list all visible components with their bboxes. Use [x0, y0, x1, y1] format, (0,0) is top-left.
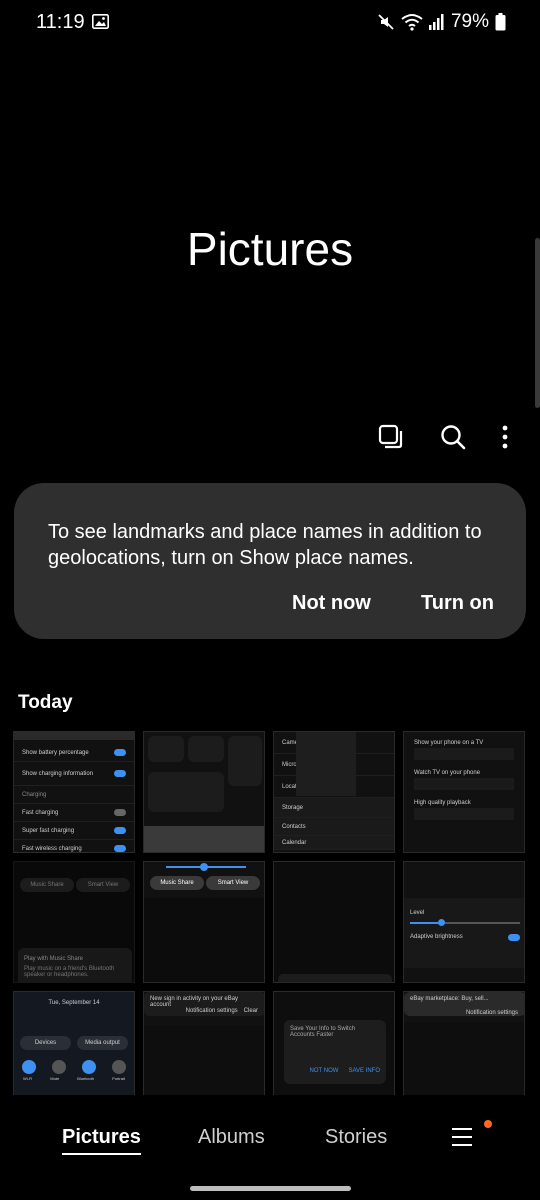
- card-message: To see landmarks and place names in addi…: [48, 521, 482, 569]
- not-now-button[interactable]: Not now: [292, 592, 371, 615]
- status-bar: 11:19 79%: [0, 0, 540, 46]
- thumb-text: Music Share: [20, 878, 74, 892]
- gallery-notification-icon: [92, 14, 109, 29]
- thumb-text: NOT NOW: [309, 1068, 339, 1074]
- thumb-text: Play with Music Share: [24, 956, 84, 962]
- thumb-text: Clear: [243, 1008, 258, 1014]
- thumb-text: High quality playback: [414, 800, 471, 806]
- status-time: 11:19: [36, 11, 85, 33]
- search-icon[interactable]: [438, 420, 468, 454]
- photo-thumbnail[interactable]: [273, 861, 395, 983]
- thumb-text: Wi-Fi: [22, 1076, 33, 1081]
- thumb-text: SAVE INFO: [348, 1068, 380, 1074]
- thumb-text: Show charging information: [22, 770, 94, 777]
- photo-thumbnail[interactable]: Music Share Smart View Play with Music S…: [13, 861, 135, 983]
- thumb-text: Fast wireless charging: [22, 845, 82, 852]
- thumb-text: Charging: [22, 791, 47, 798]
- thumb-text: Mute: [50, 1076, 60, 1081]
- status-icons: 79%: [377, 10, 506, 34]
- tab-albums[interactable]: Albums: [198, 1126, 265, 1149]
- thumb-text: Watch TV on your phone: [414, 770, 481, 776]
- thumb-text: Smart View: [206, 876, 260, 890]
- thumb-text: Adaptive brightness: [410, 934, 463, 940]
- place-names-card: To see landmarks and place names in addi…: [14, 483, 526, 639]
- thumb-text: Smart View: [76, 878, 130, 892]
- photo-thumbnail[interactable]: Show battery percentage Show charging in…: [13, 731, 135, 853]
- notification-badge: [484, 1120, 492, 1128]
- gesture-navigation-bar[interactable]: [190, 1186, 351, 1191]
- photo-thumbnail[interactable]: Save Your Info to Switch Accounts Faster…: [273, 991, 395, 1095]
- thumb-text: Portrait: [112, 1076, 125, 1081]
- thumb-text: Calendar: [282, 839, 307, 846]
- active-tab-indicator: [62, 1153, 141, 1155]
- thumb-text: Save Your Info to Switch Accounts Faster: [290, 1026, 356, 1038]
- tab-pictures[interactable]: Pictures: [62, 1126, 141, 1149]
- photo-thumbnail[interactable]: New sign in activity on your eBay accoun…: [143, 991, 265, 1095]
- photo-grid: Show battery percentage Show charging in…: [13, 731, 527, 1095]
- thumb-text: Show battery percentage: [22, 749, 89, 756]
- thumb-text: Super fast charging: [22, 827, 75, 834]
- thumb-text: Fast charging: [22, 809, 59, 816]
- photo-thumbnail[interactable]: Music Share Smart View: [143, 861, 265, 983]
- thumb-text: Tue, September 14: [48, 1000, 100, 1006]
- battery-percentage: 79%: [450, 11, 489, 32]
- thumb-text: Contacts: [282, 823, 306, 830]
- top-toolbar: [376, 420, 510, 454]
- photo-thumbnail[interactable]: Tue, September 14 Devices Media output W…: [13, 991, 135, 1095]
- page-title: Pictures: [186, 223, 354, 275]
- thumb-text: Show your phone on a TV: [414, 740, 484, 746]
- section-title-today: Today: [18, 692, 73, 713]
- thumb-text: New sign in activity on your eBay accoun…: [150, 996, 239, 1008]
- bottom-navigation: Pictures Albums Stories: [0, 1122, 540, 1162]
- select-icon[interactable]: [376, 420, 406, 454]
- photo-thumbnail[interactable]: eBay marketplace: Buy, sell... Notificat…: [403, 991, 525, 1095]
- thumb-text: Storage: [282, 804, 304, 811]
- thumb-text: Devices: [20, 1036, 71, 1050]
- battery-icon: [495, 13, 506, 31]
- thumb-text: Notification settings: [465, 1010, 518, 1016]
- thumb-text: Media output: [77, 1036, 128, 1050]
- menu-icon[interactable]: [451, 1126, 473, 1148]
- thumb-text: Play music on a friend's Bluetooth speak…: [24, 966, 115, 978]
- photo-thumbnail[interactable]: [143, 731, 265, 853]
- photo-thumbnail[interactable]: Level Adaptive brightness: [403, 861, 525, 983]
- photo-thumbnail[interactable]: Camera Microphone Location Storage Conta…: [273, 731, 395, 853]
- scroll-indicator[interactable]: [535, 238, 540, 408]
- thumb-text: eBay marketplace: Buy, sell...: [410, 996, 489, 1002]
- wifi-icon: [401, 14, 423, 31]
- mute-icon: [378, 14, 394, 30]
- tab-stories[interactable]: Stories: [325, 1126, 387, 1149]
- thumb-text: Notification settings: [185, 1008, 238, 1014]
- turn-on-button[interactable]: Turn on: [421, 592, 494, 615]
- more-options-icon[interactable]: [500, 420, 510, 454]
- thumb-text: Music Share: [150, 876, 204, 890]
- thumb-text: Level: [410, 910, 425, 916]
- signal-icon: [428, 14, 444, 30]
- photo-thumbnail[interactable]: Show your phone on a TV Watch TV on your…: [403, 731, 525, 853]
- thumb-text: Bluetooth: [77, 1076, 95, 1081]
